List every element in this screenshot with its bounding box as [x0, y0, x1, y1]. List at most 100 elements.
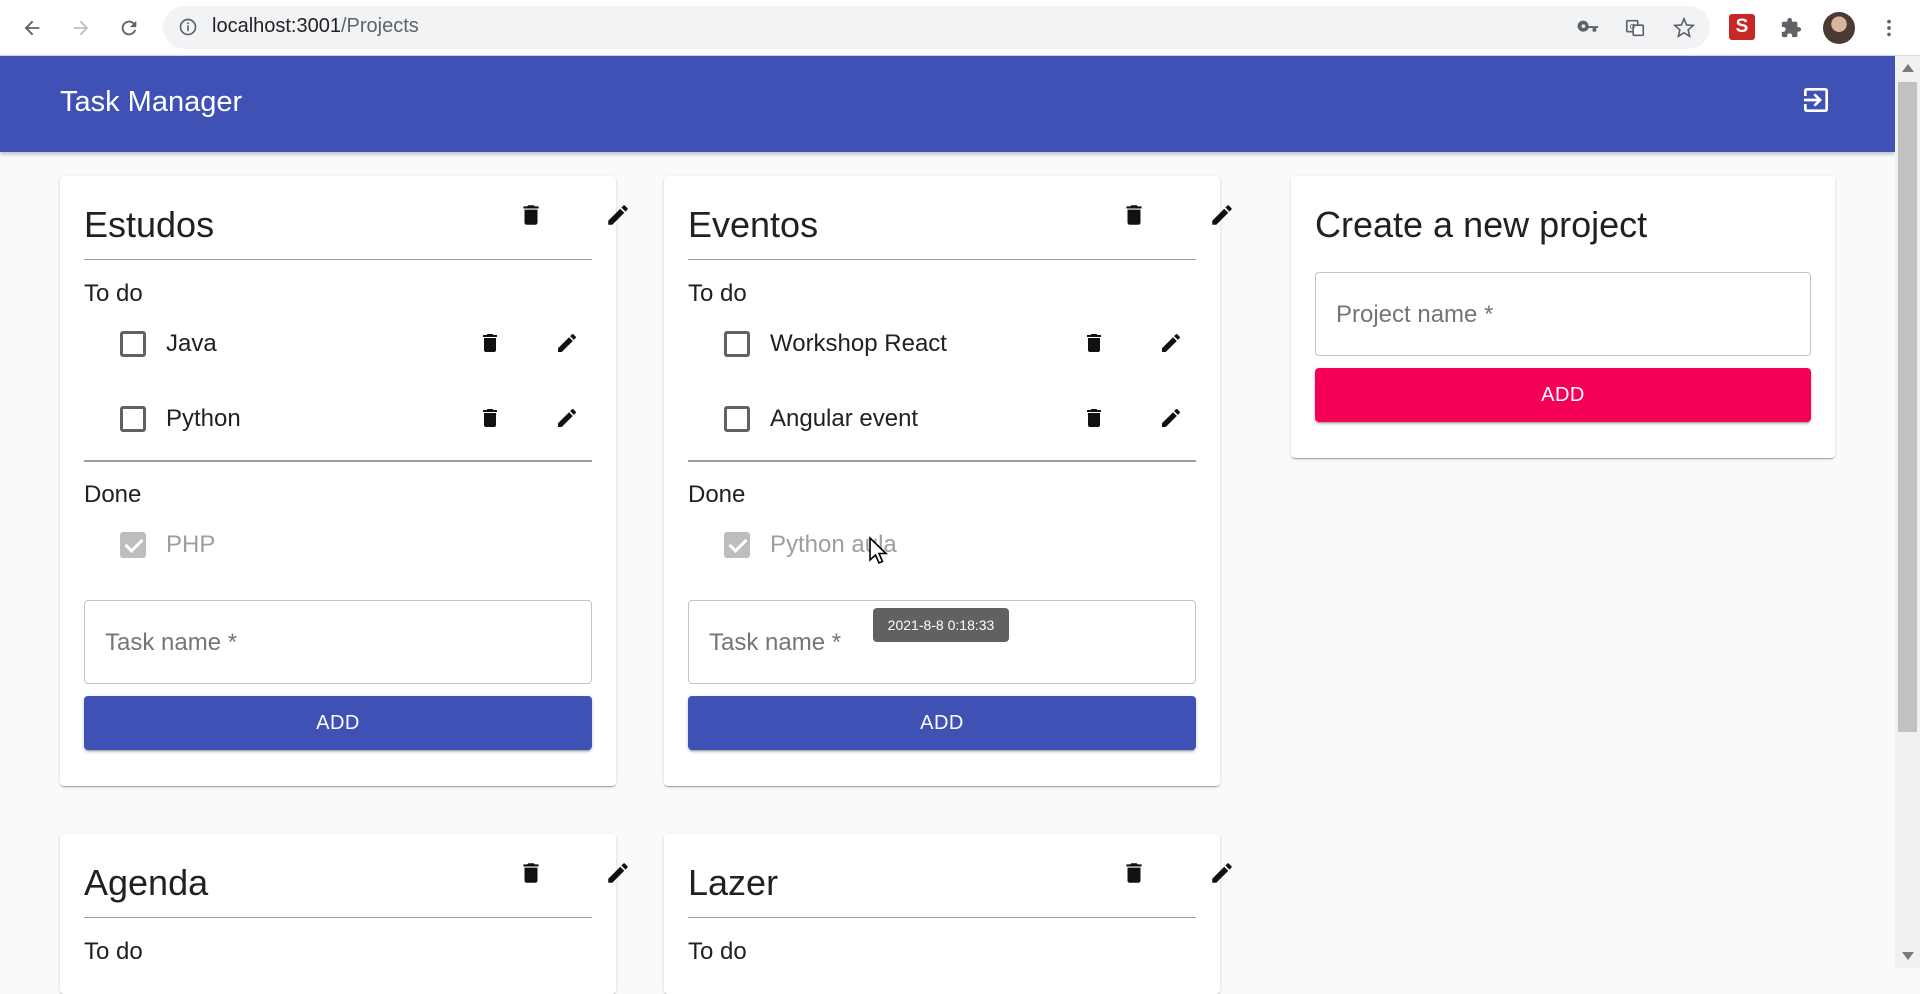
project-title: Lazer — [688, 862, 779, 903]
pencil-icon — [1212, 205, 1232, 225]
task-item: Workshop React — [724, 315, 1181, 371]
delete-project-button[interactable] — [1114, 853, 1154, 893]
task-item: Angular event — [724, 390, 1181, 446]
trash-icon — [1126, 205, 1142, 225]
header-divider — [84, 259, 592, 260]
reload-button[interactable] — [114, 13, 144, 43]
delete-task-button[interactable] — [1074, 323, 1114, 363]
delete-project-button[interactable] — [1114, 195, 1154, 235]
project-title: Estudos — [84, 204, 215, 245]
task-label: Java — [166, 330, 217, 357]
header-divider — [688, 917, 1196, 918]
menu-kebab-icon[interactable] — [1874, 13, 1904, 43]
todo-label: To do — [84, 938, 143, 965]
pencil-icon — [608, 205, 628, 225]
header-divider — [84, 917, 592, 918]
project-card-lazer: Lazer To do — [664, 834, 1232, 994]
task-label: Workshop React — [770, 330, 947, 357]
svg-text:G: G — [1630, 22, 1636, 31]
url-text: localhost:3001/Projects — [212, 15, 419, 38]
task-name-placeholder: Task name * — [105, 629, 238, 656]
pencil-icon — [558, 333, 577, 352]
add-project-button[interactable]: ADD — [1315, 368, 1811, 422]
translate-icon[interactable]: G — [1620, 13, 1650, 43]
back-arrow-icon — [24, 20, 40, 36]
edit-project-button[interactable] — [598, 853, 638, 893]
scrollbar-thumb[interactable] — [1898, 82, 1917, 732]
todo-label: To do — [688, 280, 747, 307]
task-name-placeholder: Task name * — [709, 629, 842, 656]
trash-icon — [1087, 409, 1101, 427]
delete-project-button[interactable] — [511, 853, 551, 893]
trash-icon — [483, 334, 497, 352]
extensions-puzzle-icon[interactable] — [1776, 13, 1806, 43]
browser-toolbar: localhost:3001/Projects G S — [0, 0, 1920, 56]
profile-avatar[interactable] — [1823, 12, 1855, 44]
task-label: PHP — [166, 531, 216, 558]
delete-task-button[interactable] — [470, 398, 510, 438]
section-divider — [84, 460, 592, 462]
task-item: Java — [120, 315, 577, 371]
task-checkbox[interactable] — [724, 331, 750, 357]
mouse-cursor-icon — [869, 536, 888, 565]
reload-icon — [121, 20, 137, 36]
add-task-button[interactable]: ADD — [84, 696, 592, 750]
trash-icon — [523, 205, 539, 225]
edit-task-button[interactable] — [547, 398, 587, 438]
task-item-done: PHP — [120, 516, 560, 572]
delete-project-button[interactable] — [511, 195, 551, 235]
trash-icon — [523, 863, 539, 883]
todo-label: To do — [84, 280, 143, 307]
trash-icon — [483, 409, 497, 427]
key-icon[interactable] — [1573, 13, 1603, 43]
create-project-title: Create a new project — [1315, 204, 1648, 245]
project-name-input[interactable]: Project name * — [1315, 272, 1811, 356]
edit-task-button[interactable] — [547, 323, 587, 363]
edit-task-button[interactable] — [1151, 398, 1191, 438]
pencil-icon — [1162, 333, 1181, 352]
app-title: Task Manager — [60, 86, 243, 118]
task-checkbox[interactable] — [724, 406, 750, 432]
task-label: Angular event — [770, 405, 919, 432]
project-title: Eventos — [688, 204, 819, 245]
extension-s-icon[interactable]: S — [1729, 14, 1755, 40]
logout-button[interactable] — [1798, 82, 1834, 118]
task-checkbox-checked[interactable] — [724, 532, 750, 558]
project-title: Agenda — [84, 862, 209, 903]
project-card-agenda: Agenda To do — [60, 834, 628, 994]
edit-project-button[interactable] — [1202, 853, 1242, 893]
task-label: Python — [166, 405, 241, 432]
project-name-placeholder: Project name * — [1336, 301, 1494, 328]
delete-task-button[interactable] — [470, 323, 510, 363]
trash-icon — [1087, 334, 1101, 352]
edit-task-button[interactable] — [1151, 323, 1191, 363]
pencil-icon — [608, 863, 628, 883]
pencil-icon — [1212, 863, 1232, 883]
task-checkbox[interactable] — [120, 331, 146, 357]
back-button[interactable] — [17, 13, 47, 43]
task-item-done: Python aula — [724, 516, 1164, 572]
timestamp-tooltip: 2021-8-8 0:18:33 — [873, 608, 1009, 642]
forward-button[interactable] — [66, 13, 96, 43]
todo-label: To do — [688, 938, 747, 965]
pencil-icon — [1162, 408, 1181, 427]
section-divider — [688, 460, 1196, 462]
done-label: Done — [84, 481, 142, 508]
info-icon[interactable] — [178, 17, 198, 37]
edit-project-button[interactable] — [598, 195, 638, 235]
scroll-up-arrow-icon[interactable] — [1902, 64, 1914, 72]
url-host: localhost:3001 — [212, 15, 341, 37]
task-item: Python — [120, 390, 577, 446]
scroll-down-arrow-icon[interactable] — [1902, 952, 1914, 960]
task-checkbox-checked[interactable] — [120, 532, 146, 558]
bookmark-star-icon[interactable] — [1669, 13, 1699, 43]
page-scrollbar[interactable] — [1895, 56, 1920, 968]
forward-arrow-icon — [73, 20, 89, 36]
task-name-input[interactable]: Task name * — [84, 600, 592, 684]
edit-project-button[interactable] — [1202, 195, 1242, 235]
pencil-icon — [558, 408, 577, 427]
task-checkbox[interactable] — [120, 406, 146, 432]
delete-task-button[interactable] — [1074, 398, 1114, 438]
trash-icon — [1126, 863, 1142, 883]
add-task-button[interactable]: ADD — [688, 696, 1196, 750]
